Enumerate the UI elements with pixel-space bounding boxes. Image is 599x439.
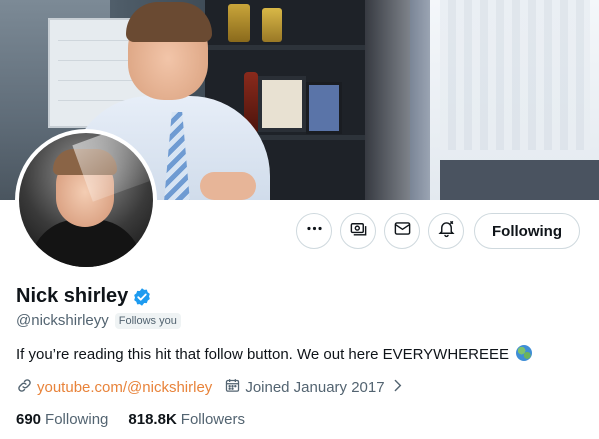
message-button[interactable] [384,213,421,249]
verified-badge-icon[interactable] [132,287,152,307]
subscribe-button[interactable] [340,213,377,249]
profile-actions: Following [296,213,580,249]
profile-handle-row: @nickshirleyy Follows you [16,312,181,329]
website-link[interactable]: youtube.com/@nickshirley [37,379,212,396]
mail-icon [393,219,412,243]
bio-text: If you’re reading this hit that follow b… [16,346,510,363]
more-icon [305,219,324,243]
chevron-right-icon[interactable] [389,377,406,398]
money-icon [349,219,368,243]
follows-you-badge: Follows you [114,312,181,329]
profile-avatar[interactable] [15,129,157,271]
following-label: Following [45,411,109,428]
following-button[interactable]: Following [474,213,580,249]
bell-icon [437,219,456,243]
following-count: 690 [16,411,42,428]
following-stat[interactable]: 690 Following [16,411,108,428]
profile-name-row: Nick shirley [16,285,152,308]
followers-stat[interactable]: 818.8K Followers [128,411,245,428]
profile-meta: youtube.com/@nickshirley Joined January … [16,377,406,398]
profile-bio: If you’re reading this hit that follow b… [16,345,533,363]
notifications-button[interactable] [428,213,465,249]
link-icon [16,377,33,398]
followers-label: Followers [180,411,245,428]
joined-item: Joined January 2017 [224,377,405,398]
more-button[interactable] [296,213,333,249]
joined-date: Joined January 2017 [245,379,385,396]
profile-stats: 690 Following 818.8K Followers [16,411,245,428]
website-item[interactable]: youtube.com/@nickshirley [16,377,212,398]
globe-emoji-icon [516,345,533,361]
username-handle: @nickshirleyy [16,312,109,329]
followers-count: 818.8K [128,411,177,428]
display-name: Nick shirley [16,285,129,307]
calendar-icon [224,377,241,398]
